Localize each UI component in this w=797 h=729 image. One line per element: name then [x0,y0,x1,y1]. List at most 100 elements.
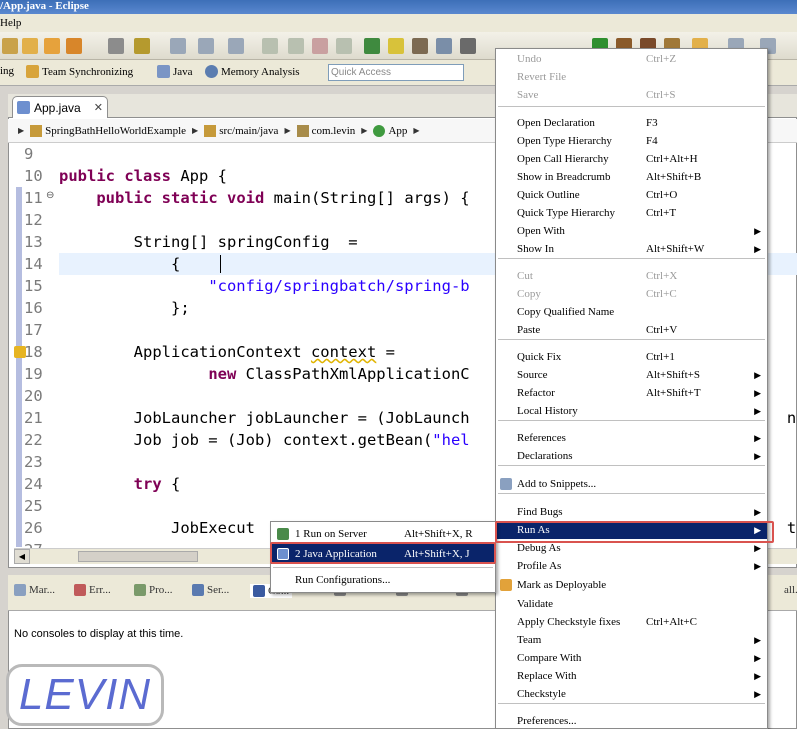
scroll-left-icon[interactable]: ◀ [14,549,30,564]
pencil-icon[interactable] [66,38,82,54]
format-icon[interactable] [134,38,150,54]
menu-item-quick-fix[interactable]: Quick Fix Ctrl+1 [496,348,767,366]
menu-item-profile-as[interactable]: Profile As ▶ [496,557,767,575]
menu-item-label: Checkstyle [517,688,566,700]
open-folder-icon[interactable] [22,38,38,54]
open-file-icon[interactable] [44,38,60,54]
fold-icon[interactable]: ⊖ [46,190,54,201]
stop-icon[interactable] [312,38,328,54]
menu-item-open-with[interactable]: Open With ▶ [496,222,767,240]
submenu-arrow-icon: ▶ [754,653,761,663]
menu-item-open-type-hierarchy[interactable]: Open Type Hierarchy F4 [496,132,767,150]
disconnect-icon[interactable] [336,38,352,54]
project-icon [30,124,43,137]
menu-item-team[interactable]: Team ▶ [496,631,767,649]
menu-item-add-to-snippets[interactable]: Add to Snippets... [496,475,767,493]
undo-nav-icon[interactable] [170,38,186,54]
menu-item-checkstyle[interactable]: Checkstyle ▶ [496,685,767,703]
tab-progress[interactable]: Pro... [134,584,173,596]
menu-item-debug-as[interactable]: Debug As ▶ [496,539,767,557]
menu-item-accelerator: F4 [646,135,658,147]
menu-item-find-bugs[interactable]: Find Bugs ▶ [496,503,767,521]
highlight-icon[interactable] [388,38,404,54]
tab-errors[interactable]: Err... [74,584,111,596]
menu-item-replace-with[interactable]: Replace With ▶ [496,667,767,685]
chevron-right-icon[interactable]: ▶ [413,126,419,135]
menu-item-preferences[interactable]: Preferences... [496,712,767,728]
menu-item-compare-with[interactable]: Compare With ▶ [496,649,767,667]
breadcrumb-src[interactable]: src/main/java [204,124,278,137]
chevron-right-icon[interactable]: ▶ [18,126,24,135]
menu-item-quick-outline[interactable]: Quick Outline Ctrl+O [496,186,767,204]
menu-item-label: References [517,432,566,444]
menu-item-run-configurations[interactable]: Run Configurations... [271,570,495,590]
menu-item-label: Paste [517,324,541,336]
scroll-thumb[interactable] [78,551,198,562]
warning-marker-icon[interactable] [14,346,26,358]
menu-item-java-application[interactable]: 2 Java Application Alt+Shift+X, J [271,544,495,564]
chevron-right-icon[interactable]: ▶ [192,126,198,135]
menu-separator [498,465,765,466]
menu-item-label: Save [517,89,539,101]
tab-markers[interactable]: Mar... [14,584,55,596]
menu-item-show-in[interactable]: Show In Alt+Shift+W ▶ [496,240,767,258]
perspective-memory[interactable]: Memory Analysis [205,65,300,78]
line-number: 21 [24,409,43,427]
perspective-team-sync[interactable]: Team Synchronizing [26,65,133,78]
task-icon[interactable] [412,38,428,54]
tab-more[interactable]: all... [784,584,797,596]
menu-item-references[interactable]: References ▶ [496,429,767,447]
close-icon[interactable]: ✕ [94,101,103,114]
menu-item-label: Find Bugs [517,506,563,518]
redo-nav-icon[interactable] [198,38,214,54]
submenu-arrow-icon: ▶ [754,543,761,553]
tab-servers[interactable]: Ser... [192,584,229,596]
tab-app-java[interactable]: App.java ✕ [12,96,108,118]
menu-item-run-on-server[interactable]: 1 Run on Server Alt+Shift+X, R [271,524,495,544]
chevron-right-icon[interactable]: ▶ [284,126,290,135]
quick-access-input[interactable]: Quick Access [328,64,464,81]
menu-item-accelerator: Ctrl+Alt+H [646,153,698,165]
perspective-item-1[interactable]: ing [0,65,14,77]
menu-item-save: Save Ctrl+S [496,86,767,104]
paragraph-icon[interactable] [460,38,476,54]
menu-item-open-declaration[interactable]: Open Declaration F3 [496,114,767,132]
breadcrumb-project[interactable]: SpringBathHelloWorldExample [30,124,186,137]
console-icon [253,585,265,597]
align-icon[interactable] [108,38,124,54]
breadcrumb-package[interactable]: com.levin [296,124,355,137]
scope-indicator [16,187,22,547]
menu-item-label: Quick Type Hierarchy [517,207,615,219]
perspective-java[interactable]: Java [157,65,193,78]
chevron-right-icon[interactable]: ▶ [361,126,367,135]
menu-item-run-as[interactable]: Run As ▶ [496,521,767,539]
menu-item-refactor[interactable]: Refactor Alt+Shift+T ▶ [496,384,767,402]
menu-item-source[interactable]: Source Alt+Shift+S ▶ [496,366,767,384]
run-as-submenu: 1 Run on Server Alt+Shift+X, R 2 Java Ap… [270,521,496,593]
menu-item-declarations[interactable]: Declarations ▶ [496,447,767,465]
menu-item-copy-qualified-name[interactable]: Copy Qualified Name [496,303,767,321]
toolbar-icon-1[interactable] [2,38,18,54]
submenu-arrow-icon: ▶ [754,525,761,535]
step-into-icon[interactable] [364,38,380,54]
text-caret [220,255,221,273]
menu-item-apply-checkstyle-fixes[interactable]: Apply Checkstyle fixes Ctrl+Alt+C [496,613,767,631]
resume-icon[interactable] [262,38,278,54]
pause-icon[interactable] [288,38,304,54]
console-icon[interactable] [436,38,452,54]
markers-icon [14,584,26,596]
menu-item-quick-type-hierarchy[interactable]: Quick Type Hierarchy Ctrl+T [496,204,767,222]
menu-item-mark-as-deployable[interactable]: Mark as Deployable [496,576,767,594]
submenu-arrow-icon: ▶ [754,244,761,254]
menu-item-paste[interactable]: Paste Ctrl+V [496,321,767,339]
menu-item-show-in-breadcrumb[interactable]: Show in Breadcrumb Alt+Shift+B [496,168,767,186]
menu-item-validate[interactable]: Validate [496,595,767,613]
step-icon[interactable] [228,38,244,54]
memory-icon [205,65,218,78]
perspective-label: Memory Analysis [221,65,300,78]
menu-help[interactable]: Help [0,17,21,29]
menu-item-local-history[interactable]: Local History ▶ [496,402,767,420]
breadcrumb-class[interactable]: App [373,124,407,137]
menu-item-label: Preferences... [517,715,577,727]
menu-item-open-call-hierarchy[interactable]: Open Call Hierarchy Ctrl+Alt+H [496,150,767,168]
